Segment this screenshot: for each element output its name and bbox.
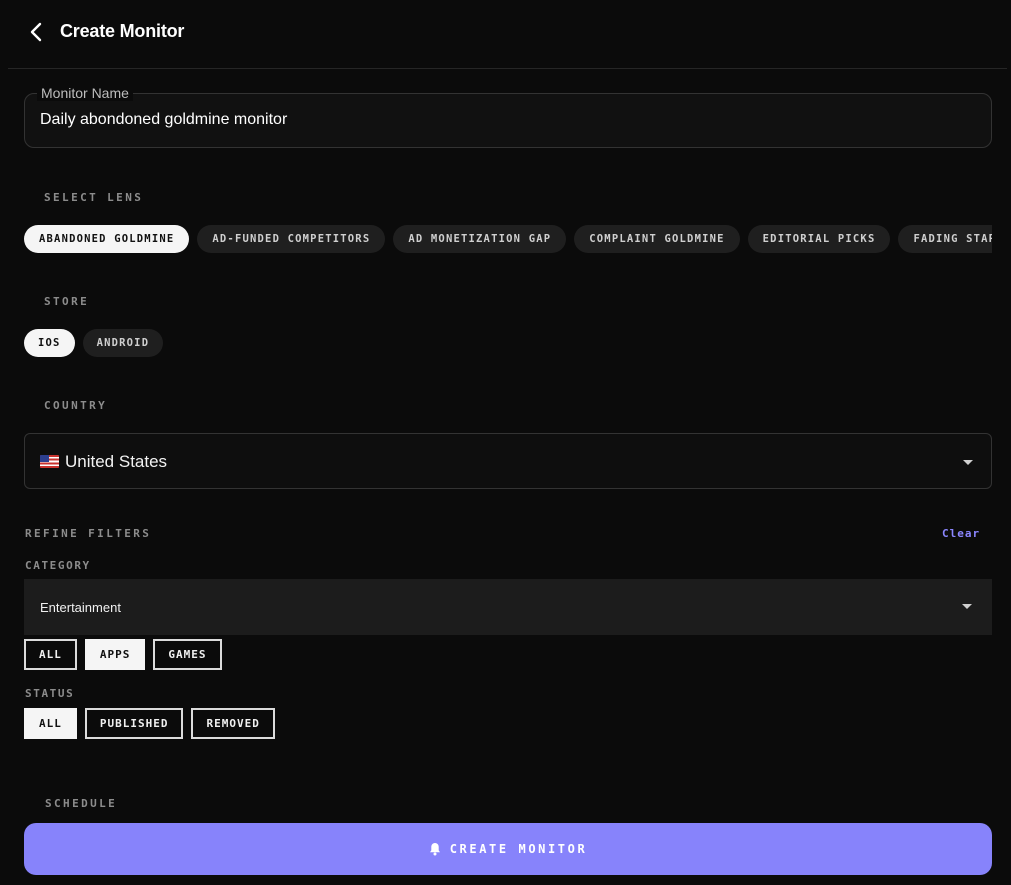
type-filter-games[interactable]: GAMES: [153, 639, 222, 670]
country-value: United States: [65, 452, 168, 471]
page-header: Create Monitor: [0, 0, 1011, 69]
lens-chip-row: ABANDONED GOLDMINE AD-FUNDED COMPETITORS…: [24, 225, 992, 253]
type-filter-row: ALL APPS GAMES: [24, 639, 222, 670]
status-filter-row: ALL PUBLISHED REMOVED: [24, 708, 275, 739]
chevron-down-icon: [963, 460, 973, 465]
status-filter-removed[interactable]: REMOVED: [191, 708, 275, 739]
store-chip-ios[interactable]: IOS: [24, 329, 75, 357]
category-select[interactable]: Entertainment: [24, 579, 992, 635]
lens-chip-ad-monetization-gap[interactable]: AD MONETIZATION GAP: [393, 225, 567, 253]
lens-chip-complaint-goldmine[interactable]: COMPLAINT GOLDMINE: [574, 225, 740, 253]
select-lens-label: SELECT LENS: [44, 191, 144, 204]
country-label: COUNTRY: [44, 399, 108, 412]
lens-chip-abandoned-goldmine[interactable]: ABANDONED GOLDMINE: [24, 225, 190, 253]
status-filter-all[interactable]: ALL: [24, 708, 77, 739]
store-chip-android[interactable]: ANDROID: [82, 329, 164, 357]
create-monitor-label: CREATE MONITOR: [449, 842, 588, 856]
create-monitor-button[interactable]: CREATE MONITOR: [24, 823, 992, 875]
store-label: STORE: [44, 295, 90, 308]
category-label: CATEGORY: [25, 559, 91, 572]
lens-chip-ad-funded-competitors[interactable]: AD-FUNDED COMPETITORS: [197, 225, 386, 253]
schedule-label: SCHEDULE: [45, 797, 118, 810]
monitor-name-label: Monitor Name: [37, 85, 133, 101]
chevron-left-icon: [30, 22, 42, 42]
type-filter-apps[interactable]: APPS: [84, 639, 146, 670]
chevron-down-icon: [962, 604, 972, 609]
category-value: Entertainment: [40, 600, 121, 615]
store-chip-row: IOS ANDROID: [24, 329, 164, 357]
header-divider: [8, 68, 1007, 69]
back-button[interactable]: [24, 19, 50, 45]
lens-chip-editorial-picks[interactable]: EDITORIAL PICKS: [747, 225, 891, 253]
refine-filters-label: REFINE FILTERS: [25, 527, 152, 540]
bell-icon: [429, 843, 440, 856]
page-title: Create Monitor: [60, 21, 185, 41]
monitor-name-input[interactable]: [40, 111, 970, 129]
clear-filters-link[interactable]: Clear: [942, 527, 980, 540]
lens-chip-fading-star[interactable]: FADING STAR: [898, 225, 992, 253]
monitor-name-field[interactable]: Monitor Name: [24, 85, 992, 148]
us-flag-icon: [40, 455, 59, 468]
type-filter-all[interactable]: ALL: [24, 639, 77, 670]
country-select[interactable]: United States: [24, 433, 992, 489]
status-filter-published[interactable]: PUBLISHED: [84, 708, 184, 739]
status-label: STATUS: [25, 687, 75, 700]
